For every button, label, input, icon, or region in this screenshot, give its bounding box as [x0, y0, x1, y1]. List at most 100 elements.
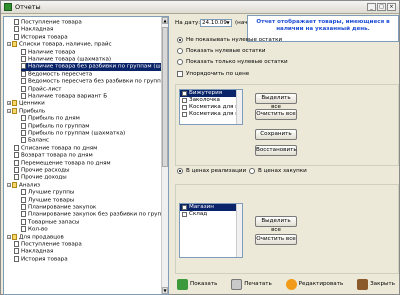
tree-item-label: Поступление товара	[21, 241, 82, 248]
list-item[interactable]: Магазин	[180, 204, 242, 211]
document-icon	[14, 241, 19, 247]
radio-show-zero[interactable]: Показать нулевые остатки	[177, 48, 266, 54]
close-window-button[interactable]: ×	[387, 3, 396, 11]
tree-item[interactable]: Наличие товара вариант Б	[21, 93, 107, 100]
tree-item[interactable]: Кол-во	[21, 226, 48, 233]
scroll-thumb[interactable]	[162, 27, 168, 167]
money-icon	[177, 278, 188, 290]
stores-list[interactable]: Магазин Склад	[179, 203, 243, 258]
show-button[interactable]: Показать	[175, 277, 219, 291]
list-item[interactable]: Косметика для г	[180, 111, 242, 118]
checkbox-icon[interactable]	[182, 91, 187, 96]
checkbox-icon[interactable]	[182, 212, 187, 217]
tree-folder[interactable]: − Списки товара, наличие, прайс	[7, 41, 112, 48]
tree-item[interactable]: История товара	[14, 255, 68, 263]
chevron-down-icon[interactable]: ▼	[225, 20, 231, 26]
select-all-groups-button[interactable]: Выделить все	[255, 93, 297, 110]
tree-item-label: Лучшие товары	[28, 197, 75, 204]
list-item[interactable]: Склад	[180, 211, 242, 218]
tree-item[interactable]: Ведомость пересчета без разбивки по груп…	[21, 78, 168, 85]
tree-item[interactable]: Наличие товара без разбивки по группам (…	[21, 63, 168, 71]
checkbox-icon[interactable]	[182, 98, 187, 103]
tree-item[interactable]: Наличие товара	[21, 48, 75, 56]
list-scrollbar[interactable]	[236, 204, 242, 257]
select-all-stores-button[interactable]: Выделить все	[255, 216, 297, 233]
tree-folder[interactable]: − Для продавцов	[7, 233, 64, 241]
restore-button[interactable]: Восстановить	[255, 145, 297, 156]
folder-icon	[12, 100, 17, 107]
document-icon	[21, 189, 26, 196]
tree-item[interactable]: Наличие товара (шахматка)	[21, 56, 111, 63]
tree-item[interactable]: Прайс-лист	[21, 85, 62, 93]
tree-item[interactable]: Поступление товара	[14, 241, 82, 248]
list-item[interactable]: Косметика для г	[180, 104, 242, 111]
save-button[interactable]: Сохранить	[255, 129, 297, 140]
tree-item[interactable]: История товара	[14, 33, 68, 41]
tree-item[interactable]: Поступление товара	[14, 19, 82, 26]
tree-item[interactable]: Прочие доходы	[14, 174, 67, 181]
print-button[interactable]: Печатать	[229, 277, 274, 291]
groups-list[interactable]: Бижутерия Заколочка Косметика для г Косм…	[179, 89, 243, 125]
document-icon	[21, 218, 26, 225]
collapse-icon[interactable]: −	[7, 108, 11, 113]
tree-item-label: История товара	[21, 34, 68, 41]
clear-all-stores-button[interactable]: Очистить все	[255, 234, 297, 245]
tree-item[interactable]: Накладная	[14, 26, 53, 33]
tree-scrollbar[interactable]: ▲ ▼	[161, 17, 168, 294]
date-field[interactable]: 24.10.09 ▼	[200, 19, 232, 27]
tree-item[interactable]: Планирование закупок	[21, 204, 96, 211]
tree-item-label: Накладная	[21, 26, 54, 33]
window-title: Отчеты	[15, 3, 41, 11]
radio-sale-prices[interactable]: В ценах реализации	[177, 168, 246, 174]
minimize-button[interactable]: _	[367, 3, 376, 11]
tree-item[interactable]: Баланс	[21, 137, 49, 144]
tree-item[interactable]: Прочие расходы	[14, 167, 69, 174]
checkbox-icon[interactable]	[182, 105, 187, 110]
scroll-up-icon[interactable]: ▲	[162, 17, 168, 24]
radio-only-zero[interactable]: Показать только нулевые остатки	[177, 59, 288, 65]
tree-item[interactable]: Прибыль по группам (шахматка)	[21, 130, 125, 137]
tree-item[interactable]: Накладная	[14, 248, 53, 255]
list-item[interactable]: Заколочка	[180, 97, 242, 104]
tree-item[interactable]: Планирование закупок без разбивки по гру…	[21, 211, 168, 218]
report-tree[interactable]: Поступление товара Накладная История товар…	[3, 16, 169, 295]
door-icon	[357, 278, 369, 290]
collapse-icon[interactable]: −	[7, 182, 11, 187]
tree-item[interactable]: Списание товара по дням	[14, 144, 97, 152]
tree-folder[interactable]: − Прибыль	[7, 107, 45, 115]
tree-item-label: Прайс-лист	[28, 86, 62, 93]
document-icon	[21, 130, 26, 136]
collapse-icon[interactable]: −	[7, 42, 11, 47]
scroll-down-icon[interactable]: ▼	[162, 287, 168, 294]
tree-item[interactable]: Товарные запасы	[21, 218, 79, 226]
document-icon	[21, 226, 26, 233]
sort-by-price-checkbox[interactable]: Упорядочить по цене	[177, 71, 249, 77]
checkbox-icon[interactable]	[182, 205, 187, 210]
tree-item[interactable]: Ведомость пересчета	[21, 70, 92, 78]
tree-folder[interactable]: + Ценники	[7, 100, 45, 107]
document-icon	[21, 211, 26, 218]
collapse-icon[interactable]: −	[7, 234, 11, 239]
tree-item-label: Прибыль по группам (шахматка)	[28, 130, 126, 137]
document-icon	[21, 78, 26, 85]
close-button[interactable]: Закрыть	[355, 277, 397, 291]
expand-icon[interactable]: +	[7, 101, 11, 106]
tree-item[interactable]: Возврат товара по дням	[14, 152, 93, 159]
radio-purchase-prices[interactable]: В ценах закупки	[249, 168, 307, 174]
title-bar: Отчеты _ □ ×	[1, 1, 399, 14]
tree-item[interactable]: Лучшие товары	[21, 196, 75, 204]
list-item[interactable]: Бижутерия	[180, 90, 242, 97]
clear-all-groups-button[interactable]: Очистить все	[255, 109, 297, 120]
maximize-button[interactable]: □	[377, 3, 386, 11]
checkbox-icon[interactable]	[182, 112, 187, 117]
tree-item[interactable]: Лучшие группы	[21, 189, 74, 196]
tree-folder[interactable]: − Анализ	[7, 181, 40, 189]
list-scrollbar[interactable]	[236, 90, 242, 124]
tree-item[interactable]: Перемещение товара по дням	[14, 159, 111, 167]
edit-button[interactable]: Редактировать	[284, 277, 346, 291]
tree-item[interactable]: Прибыль по дням	[21, 115, 80, 122]
radio-icon	[177, 37, 183, 43]
tree-item-label: История товара	[21, 256, 68, 263]
tree-item[interactable]: Прибыль по группам	[21, 122, 90, 130]
radio-hide-zero[interactable]: Не показывать нулевые остатки	[177, 37, 282, 43]
